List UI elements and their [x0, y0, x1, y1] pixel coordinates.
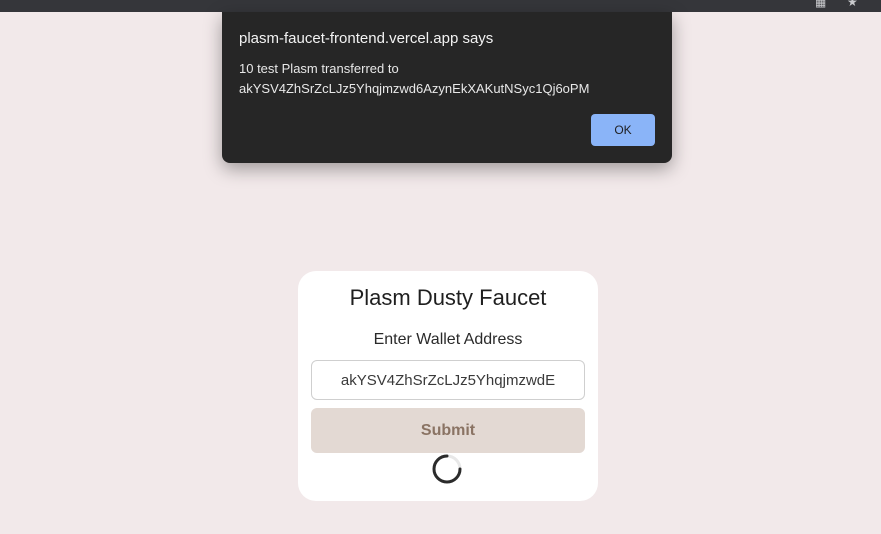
wallet-address-input[interactable] [311, 360, 585, 400]
alert-message: 10 test Plasm transferred to [239, 61, 399, 76]
bookmark-star-icon[interactable]: ★ [847, 0, 858, 8]
alert-dialog: plasm-faucet-frontend.vercel.app says 10… [222, 12, 672, 163]
browser-toolbar: ▦ ★ [0, 0, 881, 12]
loading-spinner-icon [432, 454, 462, 484]
alert-wallet-address: akYSV4ZhSrZcLJz5Yhqjmzwd6AzynEkXAKutNSyc… [239, 81, 590, 96]
ok-button[interactable]: OK [591, 114, 655, 146]
submit-button[interactable]: Submit [311, 408, 585, 453]
faucet-card: Plasm Dusty Faucet Enter Wallet Address … [298, 271, 598, 501]
reader-mode-icon[interactable]: ▦ [815, 0, 826, 8]
alert-title: plasm-faucet-frontend.vercel.app says [239, 30, 494, 47]
page-title: Plasm Dusty Faucet [349, 285, 547, 310]
wallet-address-label: Enter Wallet Address [373, 331, 523, 348]
